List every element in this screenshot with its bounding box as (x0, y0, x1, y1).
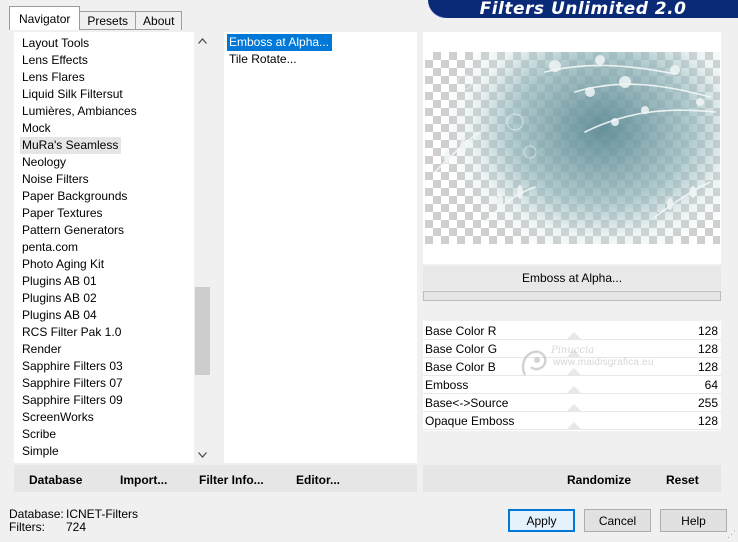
list-item[interactable]: RCS Filter Pak 1.0 (20, 324, 124, 341)
list-item[interactable]: Photo Aging Kit (20, 256, 107, 273)
list-item[interactable]: Sapphire Filters 07 (20, 375, 126, 392)
command-bar: Database Import... Filter Info... Editor… (14, 465, 417, 492)
list-item[interactable]: Tile Rotate... (227, 51, 300, 68)
param-label: Base Color B (425, 359, 496, 374)
list-item[interactable]: ScreenWorks (20, 409, 97, 426)
slider-marker (567, 422, 581, 429)
list-item[interactable]: Plugins AB 04 (20, 307, 100, 324)
list-item-selected[interactable]: Emboss at Alpha... (227, 34, 333, 51)
tab-navigator[interactable]: Navigator (9, 6, 81, 30)
filters-count: 724 (66, 520, 87, 534)
param-value[interactable]: 64 (705, 378, 719, 392)
apply-button[interactable]: Apply (508, 509, 575, 532)
database-button[interactable]: Database (29, 473, 82, 487)
param-label: Base Color R (425, 323, 497, 338)
command-bar-right: Randomize Reset (423, 465, 721, 492)
scrollbar-thumb[interactable] (195, 287, 210, 375)
list-item[interactable]: Simple (20, 443, 62, 460)
resize-grip-icon[interactable]: ⋰ (727, 529, 736, 540)
title-banner: Filters Unlimited 2.0 (428, 0, 738, 18)
watermark-url: www.maidisgrafica.eu (553, 357, 654, 368)
list-item[interactable]: Plugins AB 01 (20, 273, 100, 290)
database-value: ICNET-Filters (66, 507, 138, 521)
list-item[interactable]: Plugins AB 02 (20, 290, 100, 307)
list-item[interactable]: Pattern Generators (20, 222, 127, 239)
watermark-script: Pinuccia (551, 345, 595, 356)
randomize-button[interactable]: Randomize (567, 473, 631, 487)
list-item[interactable]: Noise Filters (20, 171, 92, 188)
watermark: Pinuccia www.maidisgrafica.eu (515, 345, 675, 395)
param-label: Base<->Source (425, 395, 509, 410)
list-item-selected[interactable]: MuRa's Seamless (20, 137, 122, 154)
chevron-down-icon[interactable] (194, 446, 211, 463)
tab-about[interactable]: About (135, 11, 183, 30)
reset-button[interactable]: Reset (666, 473, 699, 487)
list-item[interactable]: Paper Backgrounds (20, 188, 130, 205)
slider-marker (567, 332, 581, 339)
list-item[interactable]: Sapphire Filters 09 (20, 392, 126, 409)
progress-bar (423, 291, 721, 301)
cancel-button[interactable]: Cancel (584, 509, 651, 532)
list-item[interactable]: Lens Flares (20, 69, 88, 86)
param-label: Emboss (425, 377, 469, 392)
param-value[interactable]: 128 (698, 360, 719, 374)
parameter-list-empty (423, 431, 721, 463)
chevron-up-icon[interactable] (194, 32, 211, 49)
list-item[interactable]: Paper Textures (20, 205, 106, 222)
list-item[interactable]: Render (20, 341, 64, 358)
help-button[interactable]: Help (660, 509, 727, 532)
list-item[interactable]: Sapphire Filters 03 (20, 358, 126, 375)
filter-info-button[interactable]: Filter Info... (199, 473, 264, 487)
preview-image (425, 52, 720, 244)
divider (423, 302, 721, 320)
list-item[interactable]: Neology (20, 154, 69, 171)
import-button[interactable]: Import... (120, 473, 167, 487)
tab-presets[interactable]: Presets (79, 11, 137, 30)
database-info: Database: ICNET-Filters Filters: 724 (9, 508, 138, 534)
param-value[interactable]: 255 (698, 396, 719, 410)
watermark-logo (521, 350, 547, 376)
filter-category-list[interactable]: Layout Tools Lens Effects Lens Flares Li… (14, 32, 211, 463)
list-item[interactable]: Layout Tools (20, 35, 92, 52)
list-item[interactable]: Lens Effects (20, 52, 91, 69)
filters-label: Filters: (9, 520, 45, 534)
list-item[interactable]: Lumières, Ambiances (20, 103, 140, 120)
param-label: Opaque Emboss (425, 413, 515, 428)
current-filter-name: Emboss at Alpha... (423, 266, 721, 290)
list-item[interactable]: Mock (20, 120, 54, 137)
tab-bar: Navigator Presets About (9, 6, 183, 30)
param-value[interactable]: 128 (698, 414, 719, 428)
param-value[interactable]: 128 (698, 324, 719, 338)
list-item[interactable]: penta.com (20, 239, 81, 256)
embossed-floral-pattern (434, 55, 716, 223)
param-label: Base Color G (425, 341, 498, 356)
slider-marker (567, 404, 581, 411)
editor-button[interactable]: Editor... (296, 473, 340, 487)
list-item[interactable]: Scribe (20, 426, 59, 443)
filter-list-scrollbar[interactable] (194, 32, 211, 463)
filter-list[interactable]: Emboss at Alpha... Tile Rotate... (224, 32, 417, 463)
param-value[interactable]: 128 (698, 342, 719, 356)
app-title: Filters Unlimited 2.0 (479, 0, 687, 18)
list-item[interactable]: Liquid Silk Filtersut (20, 86, 126, 103)
